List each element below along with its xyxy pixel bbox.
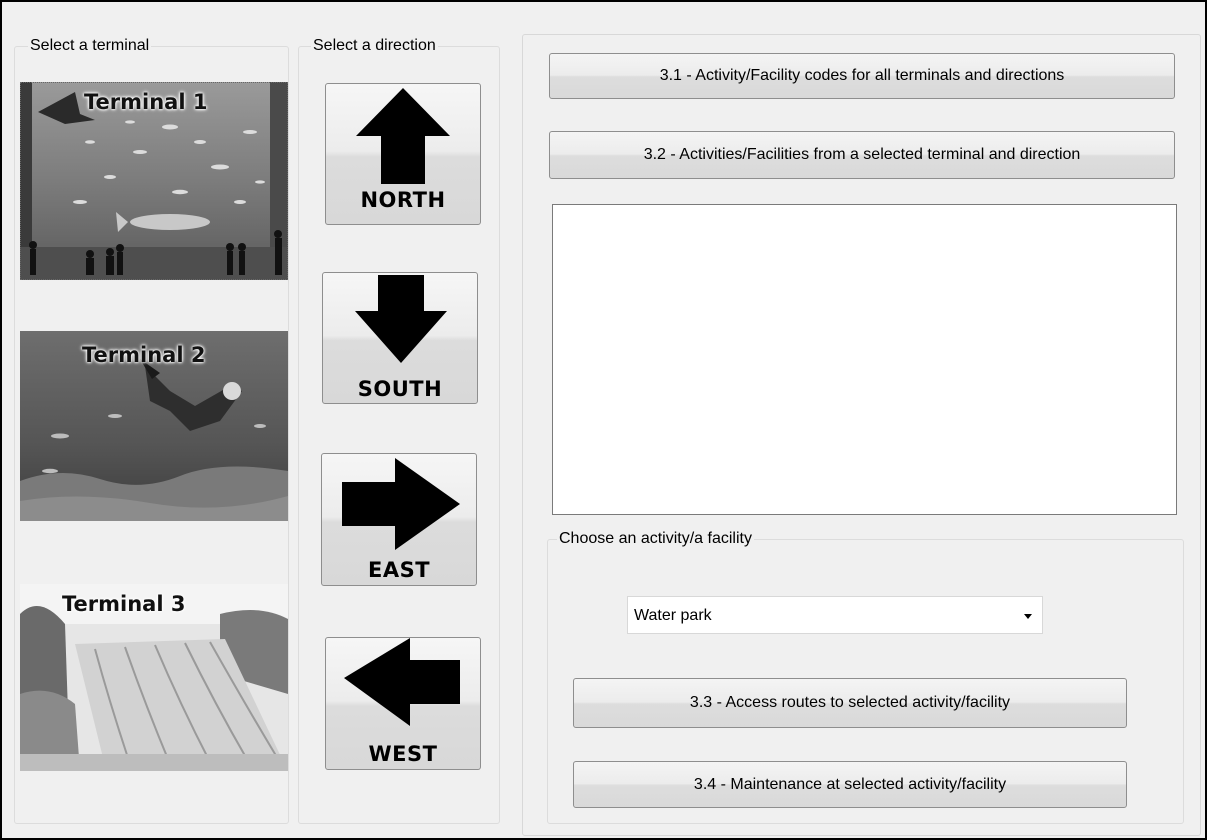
chevron-down-icon[interactable] (1024, 614, 1032, 619)
app-window: Select a terminal Terminal 1 Terminal 2 … (0, 0, 1207, 840)
access-routes-button[interactable]: 3.3 - Access routes to selected activity… (573, 678, 1127, 728)
west-label: WEST (368, 742, 438, 766)
activity-codes-button[interactable]: 3.1 - Activity/Facility codes for all te… (549, 53, 1175, 99)
east-button[interactable]: EAST (321, 453, 477, 586)
activity-dropdown[interactable]: Water park (627, 596, 1043, 634)
terminal-1-label: Terminal 1 (84, 90, 208, 114)
west-button[interactable]: WEST (325, 637, 481, 770)
direction-groupbox-legend: Select a direction (311, 37, 438, 55)
terminal-groupbox-legend: Select a terminal (28, 37, 152, 55)
south-label: SOUTH (357, 377, 443, 401)
terminal-2-label: Terminal 2 (82, 343, 206, 367)
terminal-2-image[interactable]: Terminal 2 (20, 331, 288, 521)
north-label: NORTH (360, 188, 446, 212)
north-button[interactable]: NORTH (325, 83, 481, 225)
east-label: EAST (367, 558, 431, 582)
results-listbox[interactable] (552, 204, 1177, 515)
south-button[interactable]: SOUTH (322, 272, 478, 404)
terminal-3-image[interactable]: Terminal 3 (20, 584, 288, 771)
activity-groupbox-legend: Choose an activity/a facility (557, 530, 754, 548)
activity-dropdown-value: Water park (634, 607, 712, 624)
activities-from-terminal-button[interactable]: 3.2 - Activities/Facilities from a selec… (549, 131, 1175, 179)
terminal-3-label: Terminal 3 (62, 592, 186, 616)
maintenance-button[interactable]: 3.4 - Maintenance at selected activity/f… (573, 761, 1127, 808)
terminal-1-image[interactable]: Terminal 1 (20, 82, 288, 280)
